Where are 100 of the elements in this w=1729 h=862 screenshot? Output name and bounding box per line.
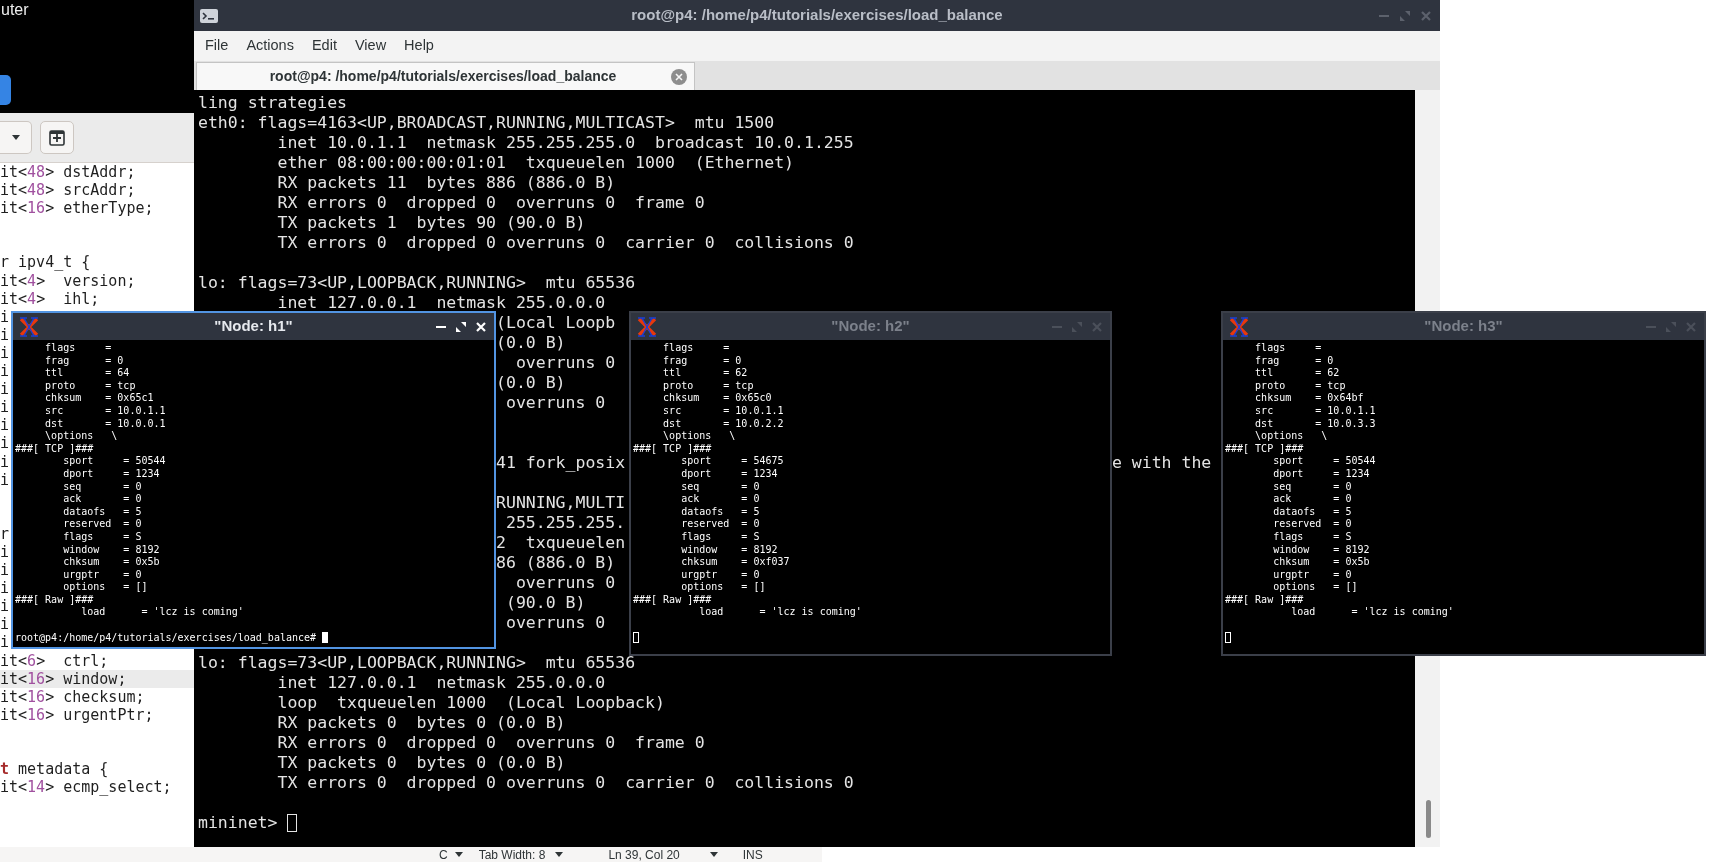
output-line: reserved = 0 [1272, 518, 1352, 530]
terminal-text: ling strategies [198, 92, 347, 112]
terminal-text: overruns 0 [515, 572, 616, 592]
terminal-text: RX packets 11 bytes 886 (886.0 B) [276, 172, 616, 192]
output-line: flags = S [1272, 530, 1352, 542]
output-line: dport = 1234 [680, 467, 778, 479]
terminal-text: 2 txqueuelen [496, 532, 626, 552]
output-line: sport = 54675 [680, 455, 784, 467]
output-line: window = 8192 [62, 543, 160, 555]
code-line: it<16> window; [0, 669, 127, 688]
code-line: i [0, 398, 10, 417]
output-line: flags = [44, 342, 112, 353]
output-line: dst = 10.0.2.2 [662, 417, 784, 429]
new-tab-button[interactable] [40, 121, 74, 154]
insert-mode-label: INS [742, 847, 763, 862]
terminal-text: inet 127.0.0.1 netmask 255.0.0.0 [276, 672, 606, 692]
window-title: root@p4: /home/p4/tutorials/exercises/load_balance [630, 5, 1004, 26]
output-line: chksum = 0x65c1 [44, 392, 154, 404]
menu-item[interactable]: File [205, 35, 229, 57]
code-line: i [0, 362, 10, 381]
window-title: "Node: h2" [830, 316, 911, 337]
caret-icon [709, 852, 718, 857]
code-line: i [0, 325, 10, 344]
output-line: frag = 0 [44, 354, 124, 366]
app-button[interactable] [0, 75, 11, 105]
terminal-text: 255.255.255. [505, 512, 626, 532]
window-title: "Node: h3" [1423, 316, 1504, 337]
output-line: ack = 0 [1272, 493, 1352, 505]
output-line: load = 'lcz is coming' [698, 606, 862, 618]
terminal-text: eth0: flags=4163<UP,BROADCAST,RUNNING,MULTICAST> mtu 1500 [198, 112, 775, 132]
code-line: it<48> dstAddr; [0, 163, 136, 182]
terminal-text: overruns 0 [505, 392, 606, 412]
output-line: \options \ [662, 430, 736, 442]
terminal-text: ether 08:00:00:00:01:01 txqueuelen 1000 (Ethernet) [276, 152, 795, 172]
code-line: i [0, 633, 10, 652]
code-line: it<6> ctrl; [0, 651, 109, 670]
terminal-text: 86 (886.0 B) [496, 552, 616, 572]
output-line: src = 10.0.1.1 [44, 404, 166, 416]
output-line: \options \ [44, 430, 118, 442]
code-line: i [0, 380, 10, 399]
maximize-icon[interactable] [456, 321, 466, 332]
output-line: flags = S [680, 530, 760, 542]
terminal-text: e with the [1111, 452, 1212, 472]
code-line: i [0, 416, 10, 435]
window-title: "Node: h1" [213, 316, 294, 337]
caret-icon [555, 852, 564, 857]
menu-item[interactable]: View [354, 35, 387, 57]
text-cursor [287, 814, 298, 832]
output-line: proto = tcp [44, 379, 136, 391]
terminal-text: lo: flags=73<UP,LOOPBACK,RUNNING> mtu 65536 [198, 652, 636, 672]
output-line: ###[ Raw ]### [633, 593, 712, 605]
output-line: seq = 0 [680, 480, 760, 492]
tab-width-dropdown[interactable]: Tab Width: 8 [478, 847, 564, 862]
terminal-text: RX errors 0 dropped 0 overruns 0 frame 0 [276, 732, 705, 752]
menu-item[interactable]: Help [404, 35, 434, 57]
code-line: r ipv4_t { [0, 253, 91, 272]
output-line: \options \ [1254, 430, 1328, 442]
prompt-text: mininet> [198, 812, 278, 832]
code-line: it<16> checksum; [0, 687, 145, 706]
terminal-text: 41 fork_posix [496, 452, 626, 472]
terminal-text: (90.0 B) [505, 592, 586, 612]
output-line: chksum = 0xf037 [680, 556, 790, 568]
window-title: uter [0, 0, 29, 20]
x-logo-icon [19, 316, 39, 337]
output-line: dataofs = 5 [62, 505, 142, 517]
output-line: options = [] [680, 581, 766, 593]
output-line: dport = 1234 [62, 467, 160, 479]
output-line: chksum = 0x5b [1272, 556, 1370, 568]
dropdown-button[interactable] [0, 121, 32, 154]
output-line: dataofs = 5 [1272, 505, 1352, 517]
terminal-text: RX errors 0 dropped 0 overruns 0 frame 0 [276, 192, 705, 212]
code-line: i [0, 597, 10, 616]
output-line: reserved = 0 [62, 518, 142, 530]
output-line: frag = 0 [1254, 354, 1334, 366]
code-line: it<48> srcAddr; [0, 181, 136, 200]
terminal-text: overruns 0 [515, 352, 616, 372]
terminal-text: TX packets 1 bytes 90 (90.0 B) [276, 212, 586, 232]
code-line: i [0, 615, 10, 634]
output-line: chksum = 0x65c0 [662, 392, 772, 404]
menu-item[interactable]: Edit [311, 35, 337, 57]
output-line: dst = 10.0.0.1 [44, 417, 166, 429]
code-line: it<14> ecmp_select; [0, 778, 172, 797]
scrollbar-thumb[interactable] [1426, 800, 1431, 838]
output-line: window = 8192 [1272, 543, 1370, 555]
output-line: ack = 0 [62, 493, 142, 505]
terminal-text: (0.0 B) [496, 372, 566, 392]
cursor-position-dropdown[interactable]: Ln 39, Col 20 [608, 847, 718, 862]
terminal-text: lo: flags=73<UP,LOOPBACK,RUNNING> mtu 65536 [198, 272, 636, 292]
language-dropdown[interactable]: C [439, 847, 463, 862]
output-line: flags = S [62, 530, 142, 542]
terminal-text: overruns 0 [505, 612, 606, 632]
output-line: options = [] [62, 581, 148, 593]
prompt-text: root@p4:/home/p4/tutorials/exercises/load_balance# [15, 631, 317, 645]
menu-item[interactable]: Actions [246, 35, 294, 57]
output-line: flags = [662, 342, 730, 353]
terminal-text: inet 127.0.0.1 netmask 255.0.0.0 [276, 292, 606, 312]
output-line: ttl = 62 [662, 367, 748, 379]
output-line: ttl = 62 [1254, 367, 1340, 379]
terminal-tab[interactable]: root@p4: /home/p4/tutorials/exercises/load_balance [196, 62, 695, 90]
x-logo-icon [637, 316, 657, 337]
